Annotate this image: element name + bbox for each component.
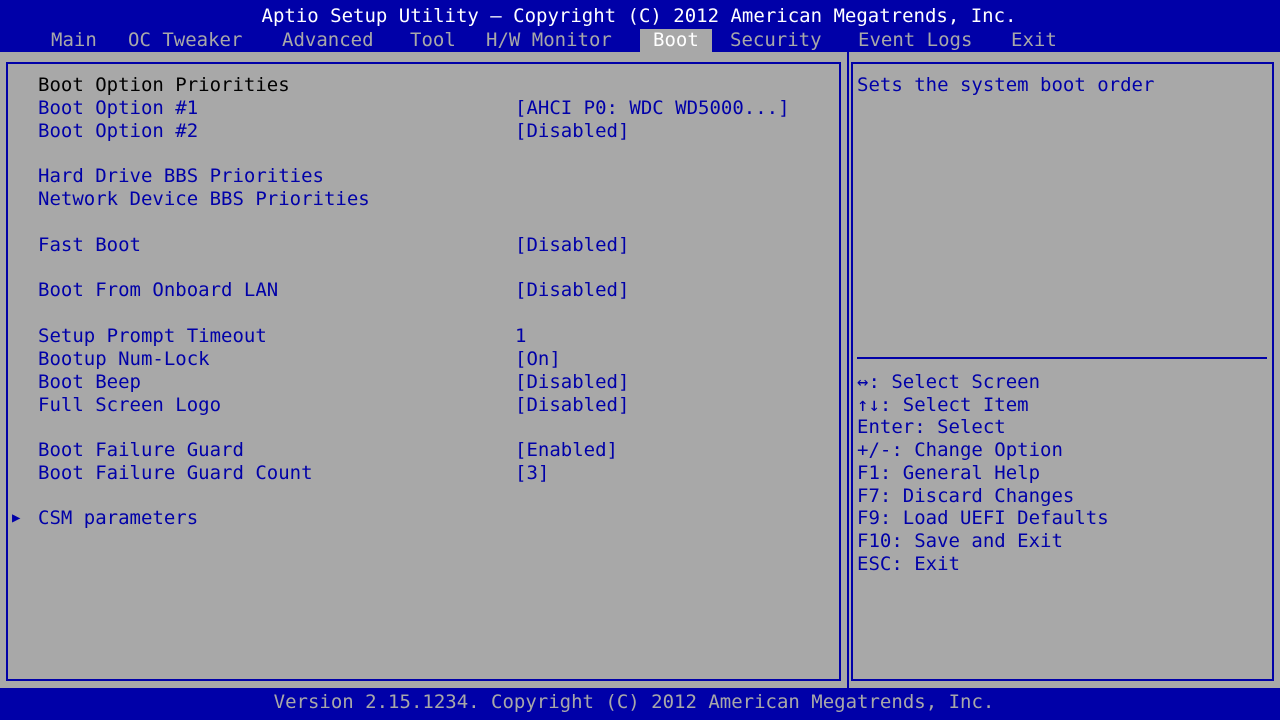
boot-option-1-value[interactable]: [AHCI P0: WDC WD5000...] [515, 97, 790, 120]
version-text: Version 2.15.1234. Copyright (C) 2012 Am… [273, 691, 995, 713]
boot-option-1-label[interactable]: Boot Option #1 [38, 97, 198, 120]
key-hint-change-option: +/-: Change Option [857, 439, 1063, 461]
tab-hw-monitor[interactable]: H/W Monitor [486, 29, 612, 52]
bios-screen: Aptio Setup Utility – Copyright (C) 2012… [0, 0, 1280, 720]
key-hint-load-defaults: F9: Load UEFI Defaults [857, 507, 1109, 529]
boot-beep-label[interactable]: Boot Beep [38, 371, 141, 394]
submenu-arrow-icon: ▶ [12, 510, 21, 526]
boot-from-onboard-lan-value[interactable]: [Disabled] [515, 279, 629, 302]
footer-bar: Version 2.15.1234. Copyright (C) 2012 Am… [0, 688, 1280, 720]
help-panel [849, 52, 1280, 688]
full-screen-logo-label[interactable]: Full Screen Logo [38, 394, 221, 417]
hard-drive-bbs-priorities[interactable]: Hard Drive BBS Priorities [38, 165, 324, 188]
tab-security[interactable]: Security [730, 29, 822, 52]
boot-option-2-label[interactable]: Boot Option #2 [38, 120, 198, 143]
key-hint-save-exit: F10: Save and Exit [857, 530, 1063, 552]
csm-parameters[interactable]: CSM parameters [38, 507, 198, 530]
boot-failure-guard-count-value[interactable]: [3] [515, 462, 549, 485]
key-hint-select-screen: ↔: Select Screen [857, 371, 1041, 393]
boot-option-2-value[interactable]: [Disabled] [515, 120, 629, 143]
tab-advanced[interactable]: Advanced [282, 29, 374, 52]
tab-exit[interactable]: Exit [1011, 29, 1057, 52]
key-hint-enter: Enter: Select [857, 416, 1006, 438]
tab-main[interactable]: Main [51, 29, 97, 52]
key-hint-general-help: F1: General Help [857, 462, 1041, 484]
boot-failure-guard-count-label[interactable]: Boot Failure Guard Count [38, 462, 313, 485]
key-hint-esc-exit: ESC: Exit [857, 553, 960, 575]
boot-beep-value[interactable]: [Disabled] [515, 371, 629, 394]
tab-oc-tweaker[interactable]: OC Tweaker [128, 29, 242, 52]
setup-prompt-timeout-label[interactable]: Setup Prompt Timeout [38, 325, 267, 348]
window-title: Aptio Setup Utility – Copyright (C) 2012… [261, 5, 1017, 27]
boot-failure-guard-label[interactable]: Boot Failure Guard [38, 439, 244, 462]
full-screen-logo-value[interactable]: [Disabled] [515, 394, 629, 417]
section-title: Boot Option Priorities [38, 74, 290, 96]
key-hint-discard-changes: F7: Discard Changes [857, 485, 1075, 507]
network-device-bbs-priorities[interactable]: Network Device BBS Priorities [38, 188, 370, 211]
bootup-num-lock-value[interactable]: [On] [515, 348, 561, 371]
setup-prompt-timeout-value[interactable]: 1 [515, 325, 526, 348]
tab-boot[interactable]: Boot [640, 29, 712, 52]
key-hint-select-item: ↑↓: Select Item [857, 394, 1029, 416]
help-divider [857, 357, 1267, 359]
fast-boot-value[interactable]: [Disabled] [515, 234, 629, 257]
tab-event-logs[interactable]: Event Logs [858, 29, 972, 52]
tab-tool[interactable]: Tool [410, 29, 456, 52]
boot-from-onboard-lan-label[interactable]: Boot From Onboard LAN [38, 279, 278, 302]
boot-failure-guard-value[interactable]: [Enabled] [515, 439, 618, 462]
bootup-num-lock-label[interactable]: Bootup Num-Lock [38, 348, 210, 371]
fast-boot-label[interactable]: Fast Boot [38, 234, 141, 257]
header-bar: Aptio Setup Utility – Copyright (C) 2012… [0, 0, 1280, 52]
help-description: Sets the system boot order [857, 74, 1155, 96]
